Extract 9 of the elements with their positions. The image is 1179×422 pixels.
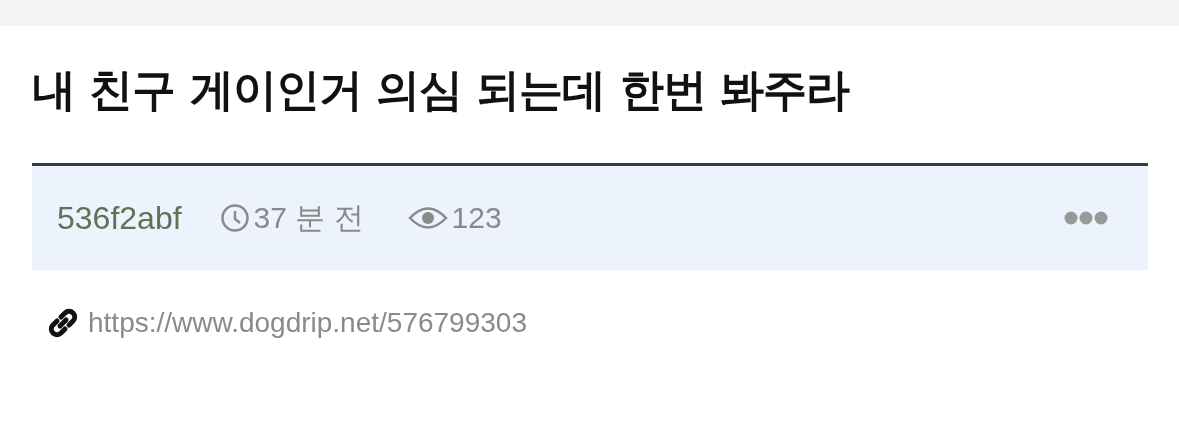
more-icon[interactable] xyxy=(1064,211,1108,225)
post-title: 내 친구 게이인거 의심 되는데 한번 봐주라 xyxy=(32,63,851,117)
post-url[interactable]: https://www.dogdrip.net/576799303 xyxy=(88,307,527,339)
post-time: 37 분 전 xyxy=(253,199,364,236)
clock-icon xyxy=(219,203,250,233)
author-name[interactable]: 536f2abf xyxy=(57,199,182,237)
view-count: 123 xyxy=(451,201,502,235)
link-icon xyxy=(46,306,80,340)
eye-icon xyxy=(407,205,448,231)
